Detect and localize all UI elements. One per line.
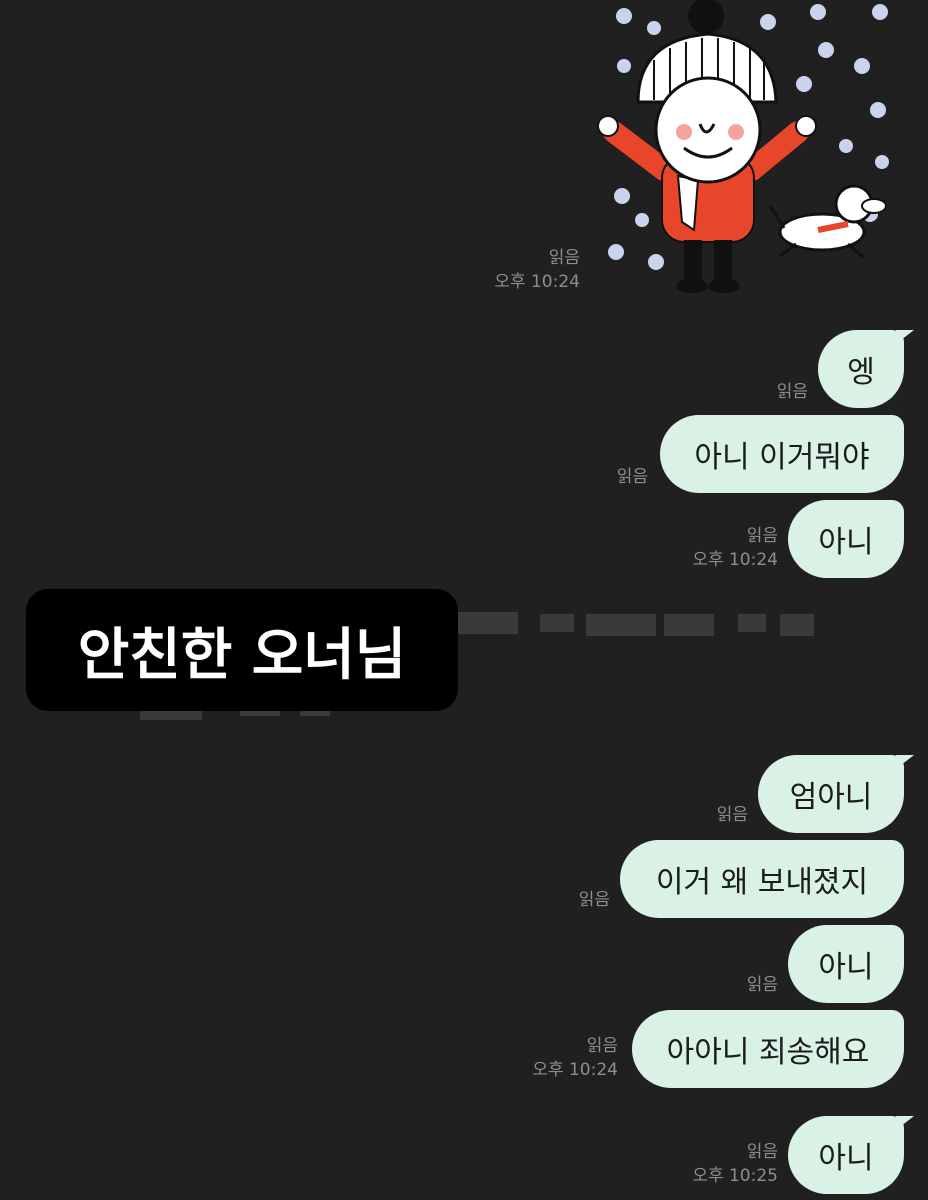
read-status: 읽음 오후 10:25	[692, 1140, 778, 1188]
read-label: 읽음	[776, 382, 808, 402]
read-label: 읽음	[616, 467, 648, 487]
message-bubble[interactable]: 엥	[818, 330, 904, 408]
message-bubble[interactable]: 아니	[788, 500, 904, 578]
read-status: 읽음	[617, 465, 648, 489]
timestamp: 오후 10:24	[692, 550, 778, 570]
message-text: 아니	[818, 525, 874, 560]
message-text: 이거 왜 보내졌지	[655, 865, 869, 900]
message-text: 아니 이거뭐야	[694, 440, 870, 475]
overlay-label: 안친한 오너님	[77, 622, 407, 688]
message-bubble[interactable]: 아니	[788, 1116, 904, 1194]
read-label: 읽음	[746, 526, 778, 546]
read-label: 읽음	[578, 890, 610, 910]
message-text: 엥	[847, 355, 875, 390]
sticker-read-status: 읽음 오후 10:24	[494, 246, 580, 294]
timestamp: 오후 10:25	[692, 1166, 778, 1186]
read-status: 읽음 오후 10:24	[532, 1034, 618, 1082]
read-status: 읽음	[747, 973, 778, 997]
message-bubble[interactable]: 아니 이거뭐야	[660, 415, 904, 493]
timestamp: 오후 10:24	[494, 272, 580, 292]
read-status: 읽음	[579, 888, 610, 912]
read-label: 읽음	[716, 805, 748, 825]
message-text: 아니	[818, 950, 874, 985]
timestamp: 오후 10:24	[532, 1060, 618, 1080]
message-bubble[interactable]: 엄아니	[758, 755, 904, 833]
overlay-caption: 안친한 오너님	[26, 589, 458, 711]
message-text: 아니	[818, 1141, 874, 1176]
message-bubble[interactable]: 아니	[788, 925, 904, 1003]
message-text: 엄아니	[789, 780, 873, 815]
message-bubble[interactable]: 이거 왜 보내졌지	[620, 840, 904, 918]
read-status: 읽음	[717, 803, 748, 827]
read-status: 읽음 오후 10:24	[692, 524, 778, 572]
read-label: 읽음	[548, 248, 580, 268]
message-text: 아아니 죄송해요	[666, 1035, 870, 1070]
sticker-image[interactable]	[586, 0, 908, 300]
read-status: 읽음	[777, 380, 808, 404]
read-label: 읽음	[586, 1036, 618, 1056]
read-label: 읽음	[746, 975, 778, 995]
read-label: 읽음	[746, 1142, 778, 1162]
message-bubble[interactable]: 아아니 죄송해요	[632, 1010, 904, 1088]
